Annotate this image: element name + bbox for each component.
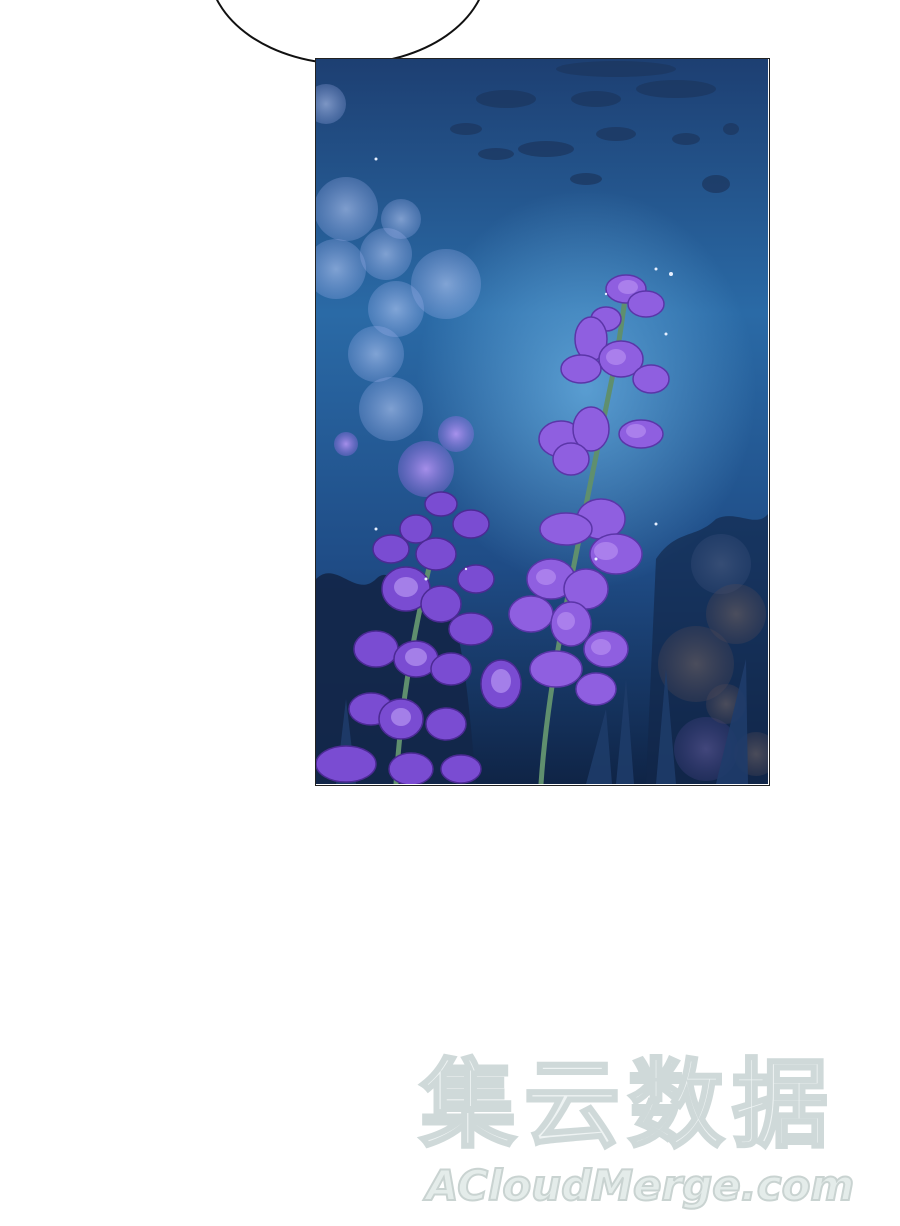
speech-bubble [208, 0, 488, 65]
watermark: 集云数据 ACloudMerge.com [419, 1049, 890, 1220]
lavender-illustration [316, 59, 768, 784]
watermark-chinese-text: 集云数据 [419, 1049, 836, 1162]
comic-panel [315, 58, 770, 786]
watermark-english-text: ACloudMerge.com [425, 1160, 855, 1211]
